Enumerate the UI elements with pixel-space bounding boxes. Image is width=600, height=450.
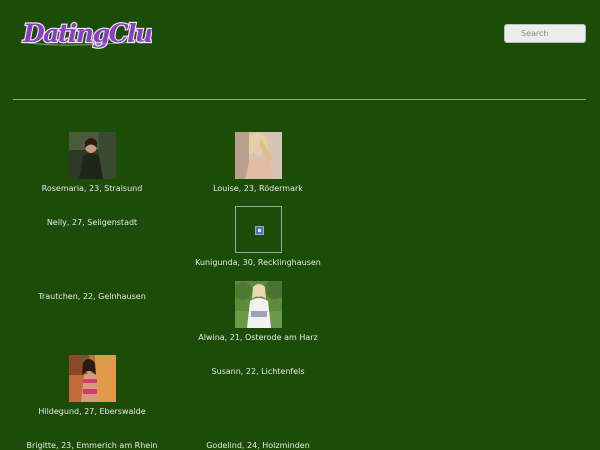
profile-caption[interactable]: Brigitte, 23, Emmerich am Rhein bbox=[9, 441, 175, 450]
profile-caption[interactable]: Susann, 22, Lichtenfels bbox=[175, 367, 341, 377]
profile-card[interactable]: Rosemaria, 23, Stralsund bbox=[9, 132, 175, 194]
profile-card[interactable]: Louise, 23, Rödermark bbox=[175, 132, 341, 194]
profile-photo-broken[interactable] bbox=[234, 206, 282, 253]
header-divider bbox=[13, 99, 586, 100]
logo-text: DatingClub bbox=[22, 19, 152, 48]
profile-caption[interactable]: Nelly, 27, Seligenstadt bbox=[9, 218, 175, 228]
profile-caption[interactable]: Alwina, 21, Osterode am Harz bbox=[175, 333, 341, 343]
profile-card[interactable]: Kunigunda, 30, Recklinghausen bbox=[175, 206, 341, 268]
profile-card[interactable]: Nelly, 27, Seligenstadt bbox=[9, 218, 175, 228]
profile-photo[interactable] bbox=[68, 132, 116, 179]
profile-card[interactable]: Godelind, 24, Holzminden bbox=[175, 441, 341, 450]
broken-image-icon bbox=[254, 226, 264, 235]
logo-graphic: DatingClub bbox=[21, 18, 152, 49]
profile-card[interactable]: Alwina, 21, Osterode am Harz bbox=[175, 281, 341, 343]
profile-card[interactable]: Brigitte, 23, Emmerich am Rhein bbox=[9, 441, 175, 450]
profile-caption[interactable]: Trautchen, 22, Gelnhausen bbox=[9, 292, 175, 302]
profile-caption[interactable]: Kunigunda, 30, Recklinghausen bbox=[175, 258, 341, 268]
profile-photo[interactable] bbox=[68, 355, 116, 402]
profile-photo[interactable] bbox=[234, 132, 282, 179]
profile-caption[interactable]: Rosemaria, 23, Stralsund bbox=[9, 184, 175, 194]
search-input[interactable] bbox=[504, 24, 586, 43]
profile-photo[interactable] bbox=[234, 281, 282, 328]
profile-caption[interactable]: Godelind, 24, Holzminden bbox=[175, 441, 341, 450]
profile-card[interactable]: Hildegund, 27, Eberswalde bbox=[9, 355, 175, 417]
profile-card[interactable]: Trautchen, 22, Gelnhausen bbox=[9, 292, 175, 302]
profile-caption[interactable]: Hildegund, 27, Eberswalde bbox=[9, 407, 175, 417]
page: DatingClub Rosemaria, 23, Stralsund bbox=[0, 0, 600, 450]
profile-caption[interactable]: Louise, 23, Rödermark bbox=[175, 184, 341, 194]
site-logo[interactable]: DatingClub bbox=[20, 14, 152, 54]
profile-card[interactable]: Susann, 22, Lichtenfels bbox=[175, 367, 341, 377]
